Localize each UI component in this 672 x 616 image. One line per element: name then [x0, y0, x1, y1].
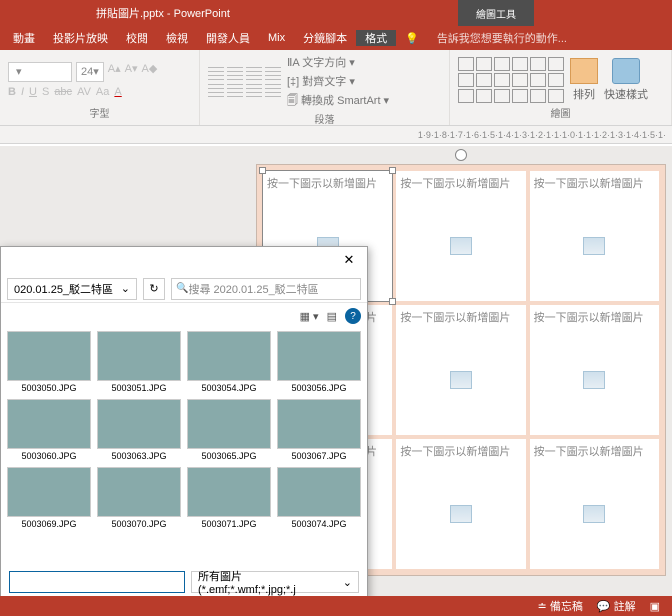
help-icon[interactable]: ? [345, 308, 361, 324]
shapes-gallery[interactable] [458, 57, 564, 103]
convert-smartart-button[interactable]: 🗐 轉換成 SmartArt ▾ [287, 92, 389, 111]
arrange-button[interactable]: 排列 [570, 58, 598, 102]
file-item[interactable]: 5003051.JPG [97, 331, 181, 393]
view-large-icon[interactable]: ▦ ▾ [300, 310, 319, 323]
filename-input[interactable] [9, 571, 185, 593]
resize-handle[interactable] [259, 167, 266, 174]
status-bar: ≐ 備忘稿 💬 註解 ▣ [0, 596, 672, 616]
tab-format[interactable]: 格式 [356, 30, 396, 46]
view-normal-icon[interactable]: ▣ [650, 600, 660, 613]
font-family-combo[interactable]: ▾ [8, 62, 72, 82]
titlebar: 拼貼圖片.pptx - PowerPoint 繪圖工具 [0, 0, 672, 26]
ribbon-group-paragraph: ⅡA 文字方向 ▾ [‡] 對齊文字 ▾ 🗐 轉換成 SmartArt ▾ 段落 [200, 50, 450, 125]
bold-button[interactable]: B [8, 86, 16, 98]
group-label-paragraph: 段落 [208, 111, 441, 127]
contextual-tab-label: 繪圖工具 [458, 0, 534, 26]
tab-animations[interactable]: 動畫 [4, 30, 44, 46]
picture-icon[interactable] [583, 371, 605, 389]
file-item[interactable]: 5003071.JPG [187, 467, 271, 529]
case-button[interactable]: Aa [96, 86, 109, 98]
filetype-combo[interactable]: 所有圖片 (*.emf;*.wmf;*.jpg;*.j⌄ [191, 571, 359, 593]
font-size-combo[interactable]: 24 ▾ [76, 62, 104, 82]
increase-font-icon[interactable]: A▴ [108, 62, 121, 82]
ribbon-group-drawing: 排列 快速樣式 繪圖 [450, 50, 672, 125]
picture-icon[interactable] [583, 237, 605, 255]
comments-button[interactable]: 💬 註解 [597, 598, 636, 614]
file-item[interactable]: 5003063.JPG [97, 399, 181, 461]
tab-view[interactable]: 檢視 [157, 30, 197, 46]
file-item[interactable]: 5003067.JPG [277, 399, 361, 461]
dialog-footer: 所有圖片 (*.emf;*.wmf;*.jpg;*.j⌄ [9, 569, 359, 595]
decrease-font-icon[interactable]: A▾ [125, 62, 138, 82]
file-item[interactable]: 5003069.JPG [7, 467, 91, 529]
shadow-button[interactable]: S [42, 86, 49, 98]
picture-icon[interactable] [450, 505, 472, 523]
align-text-button[interactable]: [‡] 對齊文字 ▾ [287, 73, 389, 89]
horizontal-ruler: 1·9·1·8·1·7·1·6·1·5·1·4·1·3·1·2·1·1·1·0·… [0, 126, 672, 144]
chevron-down-icon: ⌄ [121, 282, 130, 295]
close-button[interactable]: ✕ [333, 249, 365, 271]
picture-icon[interactable] [450, 237, 472, 255]
underline-button[interactable]: U [29, 86, 37, 98]
file-list: 5003050.JPG 5003051.JPG 5003054.JPG 5003… [7, 331, 361, 565]
tellme-input[interactable]: 告訴我您想要執行的動作... [428, 30, 576, 46]
picture-placeholder[interactable]: 按一下圖示以新增圖片 [396, 305, 525, 435]
tab-mix[interactable]: Mix [259, 32, 294, 44]
lightbulb-icon: 💡 [396, 32, 428, 45]
file-item[interactable]: 5003060.JPG [7, 399, 91, 461]
resize-handle[interactable] [389, 298, 396, 305]
tab-slideshow[interactable]: 投影片放映 [44, 30, 117, 46]
dialog-nav: 020.01.25_駁二特區⌄ ↻ 🔍 搜尋 2020.01.25_駁二特區 [1, 275, 367, 303]
file-open-dialog: ✕ 020.01.25_駁二特區⌄ ↻ 🔍 搜尋 2020.01.25_駁二特區… [0, 246, 368, 600]
file-item[interactable]: 5003050.JPG [7, 331, 91, 393]
file-item[interactable]: 5003065.JPG [187, 399, 271, 461]
picture-icon[interactable] [450, 371, 472, 389]
picture-placeholder[interactable]: 按一下圖示以新增圖片 [396, 439, 525, 569]
refresh-button[interactable]: ↻ [143, 278, 165, 300]
group-label-font: 字型 [8, 105, 191, 121]
tab-review[interactable]: 校閱 [117, 30, 157, 46]
tab-storyboard[interactable]: 分鏡腳本 [294, 30, 356, 46]
ribbon-group-font: ▾ 24 ▾ A▴ A▾ A◆ B I U S abc AV Aa A 字 [0, 50, 200, 125]
ribbon-tabs: 動畫 投影片放映 校閱 檢視 開發人員 Mix 分鏡腳本 格式 💡 告訴我您想要… [0, 26, 672, 50]
font-color-button[interactable]: A [114, 86, 121, 98]
char-spacing-button[interactable]: AV [77, 86, 91, 98]
picture-icon[interactable] [583, 505, 605, 523]
picture-placeholder[interactable]: 按一下圖示以新增圖片 [530, 305, 659, 435]
strike-button[interactable]: abc [54, 86, 72, 98]
paragraph-align-icons[interactable] [208, 67, 281, 98]
picture-placeholder[interactable]: 按一下圖示以新增圖片 [396, 171, 525, 301]
rotate-handle-icon[interactable] [455, 149, 467, 161]
path-combo[interactable]: 020.01.25_駁二特區⌄ [7, 278, 137, 300]
ribbon: ▾ 24 ▾ A▴ A▾ A◆ B I U S abc AV Aa A 字 [0, 50, 672, 126]
chevron-down-icon: ⌄ [343, 576, 352, 589]
picture-placeholder[interactable]: 按一下圖示以新增圖片 [530, 439, 659, 569]
clear-format-icon[interactable]: A◆ [142, 62, 158, 82]
notes-button[interactable]: ≐ 備忘稿 [538, 598, 583, 614]
group-label-drawing: 繪圖 [458, 105, 663, 121]
search-input[interactable]: 🔍 搜尋 2020.01.25_駁二特區 [171, 278, 361, 300]
italic-button[interactable]: I [21, 86, 24, 98]
window-title: 拼貼圖片.pptx - PowerPoint [96, 5, 230, 21]
file-item[interactable]: 5003054.JPG [187, 331, 271, 393]
picture-placeholder[interactable]: 按一下圖示以新增圖片 [530, 171, 659, 301]
file-item[interactable]: 5003070.JPG [97, 467, 181, 529]
quick-styles-button[interactable]: 快速樣式 [604, 58, 648, 102]
text-direction-button[interactable]: ⅡA 文字方向 ▾ [287, 54, 389, 70]
tab-developer[interactable]: 開發人員 [197, 30, 259, 46]
file-item[interactable]: 5003074.JPG [277, 467, 361, 529]
view-details-icon[interactable]: ▤ [327, 310, 337, 323]
file-item[interactable]: 5003056.JPG [277, 331, 361, 393]
dialog-toolbar: ▦ ▾ ▤ ? [300, 305, 361, 327]
resize-handle[interactable] [389, 167, 396, 174]
